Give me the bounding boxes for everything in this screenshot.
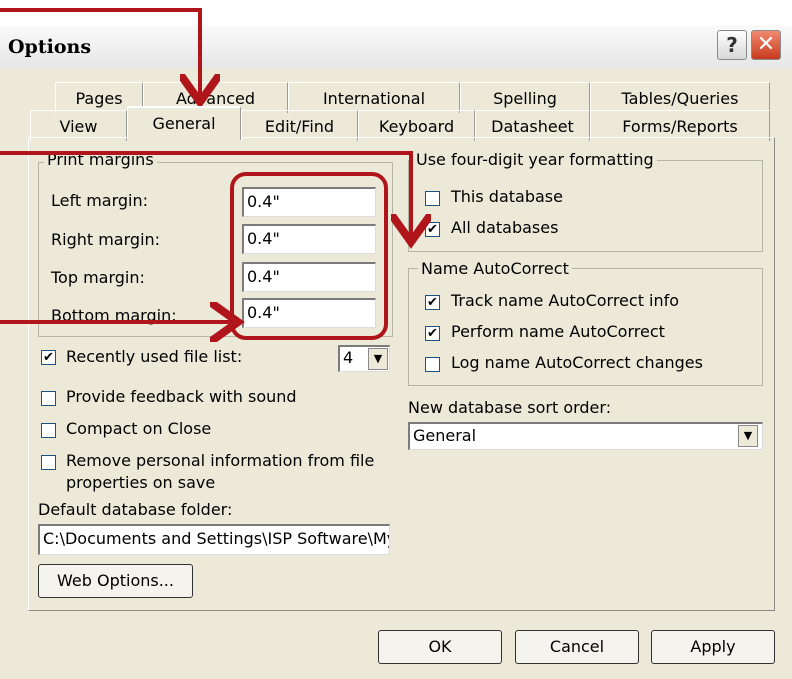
annotation-arrows: [0, 8, 792, 679]
arrow-to-advanced-tab: [0, 8, 200, 98]
arrow-to-all-databases: [0, 151, 411, 238]
tab-general[interactable]: General: [127, 106, 241, 140]
